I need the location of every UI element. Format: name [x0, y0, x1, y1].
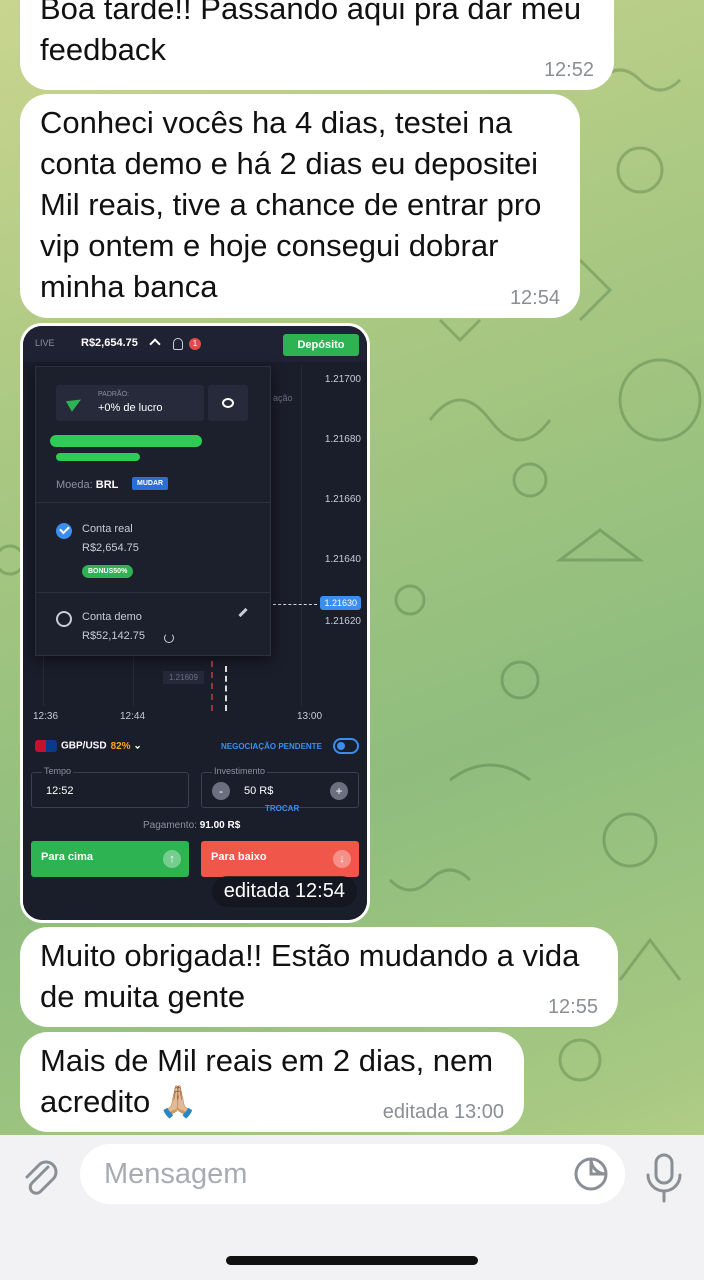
chevron-up-icon: [149, 338, 161, 350]
message-time: 12:55: [547, 996, 598, 1018]
image-message[interactable]: LIVE R$2,654.75 1 Depósito 1.21700 1.216…: [20, 323, 370, 923]
message-text: Conheci vocês ha 4 dias, testei na conta…: [40, 105, 542, 304]
balance: R$2,654.75: [81, 337, 138, 349]
up-label: Para cima: [41, 851, 93, 863]
demo-account-value: R$52,142.75: [82, 630, 145, 642]
asset-selector: GBP/USD 82% ⌄: [35, 740, 142, 752]
time-tick: 13:00: [297, 711, 323, 722]
change-currency-button: MUDAR: [132, 477, 169, 490]
time-tick: 12:44: [120, 711, 146, 722]
partial-label: ação: [273, 393, 293, 403]
plus-icon: +: [330, 782, 348, 800]
message-bubble[interactable]: Muito obrigada!! Estão mudando a vida de…: [20, 927, 618, 1027]
app-topbar: LIVE R$2,654.75 1 Depósito: [23, 326, 367, 362]
redaction-mark: [50, 435, 202, 447]
microphone-icon[interactable]: [642, 1151, 686, 1203]
account-panel: PADRÃO: +0% de lucro Moeda: BRL MUDAR Co…: [35, 366, 271, 656]
plane-icon: [65, 394, 85, 412]
currency-value: BRL: [95, 479, 119, 491]
pencil-icon: [238, 607, 248, 618]
asset-payout: 82%: [110, 740, 131, 752]
price-tick: 1.21620: [324, 616, 361, 627]
message-bubble[interactable]: Mais de Mil reais em 2 dias, nem acredit…: [20, 1032, 524, 1132]
pending-toggle: [333, 738, 359, 754]
flag-icon: [35, 740, 57, 752]
image-time: editada 12:54: [211, 876, 357, 907]
current-price-tag: 1.21630: [320, 596, 361, 610]
time-field-value: 12:52: [46, 785, 74, 797]
time-field: Tempo 12:52: [31, 766, 189, 808]
price-tick: 1.21680: [324, 434, 361, 445]
grid-line: [301, 366, 302, 706]
bell-icon: [173, 338, 183, 350]
message-text: Muito obrigada!! Estão mudando a vida de…: [40, 938, 580, 1014]
expiry-line: [211, 661, 213, 711]
pad-value: +0% de lucro: [98, 402, 163, 414]
demo-account-label: Conta demo: [82, 611, 142, 623]
redaction-mark: [56, 453, 140, 461]
currency-label-text: Moeda:: [56, 479, 93, 491]
payout-row: Pagamento: 91.00 R$: [143, 820, 240, 831]
trading-screenshot: LIVE R$2,654.75 1 Depósito 1.21700 1.216…: [23, 326, 367, 920]
radio-checked-icon: [56, 523, 72, 539]
divider: [36, 502, 270, 503]
sticker-icon[interactable]: [573, 1156, 609, 1192]
deposit-button: Depósito: [283, 334, 359, 356]
arrow-down-icon: ↓: [333, 850, 351, 868]
message-time: 12:52: [543, 59, 594, 81]
notification-badge: 1: [189, 338, 201, 350]
divider: [36, 592, 270, 593]
payout-value: 91.00 R$: [199, 820, 241, 831]
investment-field: Investimento - 50 R$ +: [201, 766, 359, 808]
investment-value: 50 R$: [244, 785, 274, 797]
eye-button: [208, 385, 248, 421]
message-bubble[interactable]: Boa tarde!! Passando aqui pra dar meu fe…: [20, 0, 614, 90]
time-tick: 12:36: [33, 711, 59, 722]
message-input[interactable]: [104, 1156, 564, 1192]
home-indicator: [226, 1256, 478, 1265]
down-button: Para baixo ↓: [201, 841, 359, 877]
price-tick: 1.21660: [324, 494, 361, 505]
radio-empty-icon: [56, 611, 72, 627]
pending-trade-label: NEGOCIAÇÃO PENDENTE: [221, 742, 322, 751]
refresh-icon: [164, 633, 174, 643]
asset-pair: GBP/USD: [61, 740, 107, 752]
price-tick: 1.21640: [324, 554, 361, 565]
message-input-bar: [0, 1135, 704, 1280]
message-time: 12:54: [509, 287, 560, 309]
message-bubble[interactable]: Conheci vocês ha 4 dias, testei na conta…: [20, 94, 580, 318]
up-button: Para cima ↑: [31, 841, 189, 877]
currency-label: Moeda: BRL: [56, 479, 118, 491]
price-line: [273, 604, 317, 605]
switch-label: TROCAR: [265, 804, 300, 813]
investment-label: Investimento: [212, 766, 268, 776]
ghost-price: 1.21609: [163, 671, 204, 684]
live-label: LIVE: [35, 338, 55, 348]
paperclip-icon[interactable]: [18, 1155, 62, 1199]
time-line: [225, 666, 227, 711]
minus-icon: -: [212, 782, 230, 800]
arrow-up-icon: ↑: [163, 850, 181, 868]
message-text: Boa tarde!! Passando aqui pra dar meu fe…: [40, 0, 582, 67]
eye-icon: [222, 398, 234, 408]
pad-box: PADRÃO: +0% de lucro: [56, 385, 204, 421]
message-box: [80, 1144, 625, 1204]
real-account-value: R$2,654.75: [82, 542, 139, 554]
real-account-label: Conta real: [82, 523, 133, 535]
bonus-badge: BONUS50%: [82, 565, 134, 578]
message-time: editada 13:00: [382, 1101, 504, 1123]
price-tick: 1.21700: [324, 374, 361, 385]
time-field-label: Tempo: [42, 766, 74, 776]
pad-label: PADRÃO:: [98, 391, 129, 398]
payout-label: Pagamento:: [143, 820, 197, 831]
down-label: Para baixo: [211, 851, 267, 863]
